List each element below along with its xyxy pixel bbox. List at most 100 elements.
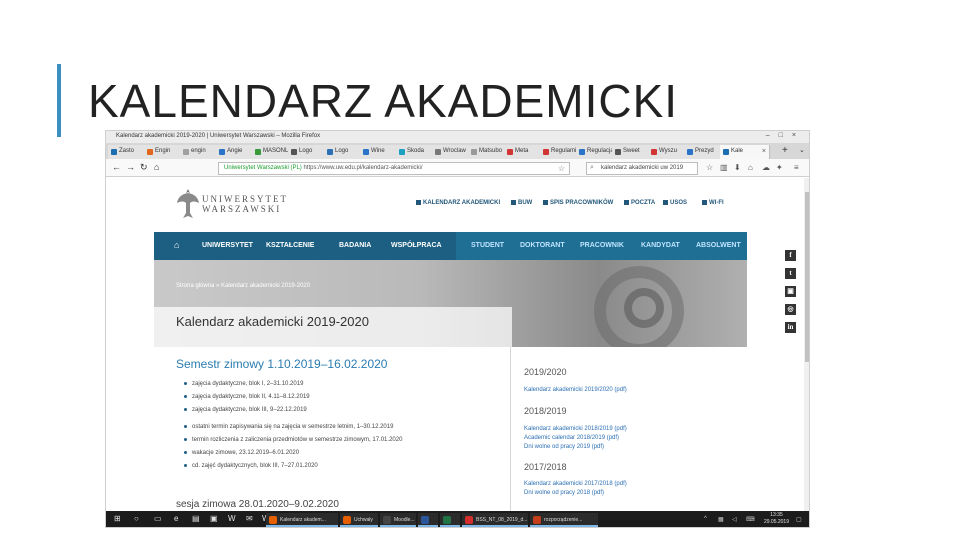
browser-tab[interactable]: Wyszu (648, 145, 688, 159)
store-icon[interactable]: ▣ (210, 514, 218, 523)
taskbar-app-button[interactable]: rozporządzenie... (530, 513, 598, 527)
home-toolbar-icon[interactable]: ⌂ (748, 163, 753, 172)
browser-tab[interactable]: Skoda (396, 145, 436, 159)
nav-item-pracownik[interactable]: PRACOWNIK (580, 242, 624, 249)
taskbar-clock[interactable]: 13:35 29.05.2019 (764, 512, 789, 526)
home-nav-icon[interactable]: ⌂ (174, 240, 179, 250)
browser-tab[interactable]: engin (180, 145, 220, 159)
utility-link-mail[interactable]: POCZTA (624, 200, 655, 206)
browser-tab[interactable]: Logo (324, 145, 364, 159)
keyboard-icon[interactable]: ⌨ (746, 516, 755, 523)
pdf-link[interactable]: Kalendarz akademicki 2018/2019 (pdf) (524, 426, 627, 432)
action-center-icon[interactable]: ▢ (796, 516, 802, 523)
vertical-scrollbar[interactable] (804, 178, 809, 511)
utility-link-buw[interactable]: BUW (511, 200, 532, 206)
main-navigation: ⌂ UNIWERSYTET KSZTAŁCENIE BADANIA WSPÓŁP… (154, 232, 747, 260)
utility-link-wifi[interactable]: WI-FI (702, 200, 724, 206)
network-icon[interactable]: ▦ (718, 516, 724, 523)
pdf-link[interactable]: Kalendarz akademicki 2017/2018 (pdf) (524, 481, 627, 487)
download-icon[interactable]: ⬇ (734, 163, 741, 172)
windows-start-icon[interactable]: ⊞ (114, 514, 121, 523)
star-icon[interactable]: ☆ (706, 163, 713, 172)
breadcrumb[interactable]: Strona główna » Kalendarz akademicki 201… (176, 283, 310, 289)
pdf-link[interactable]: Dni wolne od pracy 2018 (pdf) (524, 490, 604, 496)
volume-icon[interactable]: ◁ (732, 516, 737, 523)
url-bar[interactable]: Uniwersytet Warszawski (PL) https://www.… (218, 162, 570, 175)
taskbar-app-button[interactable] (418, 513, 438, 527)
browser-tab[interactable]: Wroclaw (432, 145, 472, 159)
browser-tab[interactable]: Meta (504, 145, 544, 159)
list-item: ostatni termin zapisywania się na zajęci… (184, 423, 504, 436)
pdf-link[interactable]: Dni wolne od pracy 2019 (pdf) (524, 444, 604, 450)
utility-link-calendar[interactable]: KALENDARZ AKADEMICKI (416, 200, 500, 206)
utility-link-staff[interactable]: SPIS PRACOWNIKÓW (543, 200, 613, 206)
taskbar-app-button[interactable]: Moodle... (380, 513, 416, 527)
edge-icon[interactable]: e (174, 514, 178, 523)
new-tab-button[interactable]: + (782, 145, 788, 156)
utility-link-usos[interactable]: USOS (663, 200, 687, 206)
nav-item-uniwersytet[interactable]: UNIWERSYTET (202, 242, 253, 249)
sync-icon[interactable]: ☁ (762, 163, 770, 172)
close-tab-icon[interactable]: × (762, 148, 766, 155)
hero-banner: Strona główna » Kalendarz akademicki 201… (154, 260, 747, 347)
social-sidebar: f t ▣ ◎ in (781, 245, 802, 340)
nav-item-kandydat[interactable]: KANDYDAT (641, 242, 680, 249)
browser-tab-active[interactable]: Kale × (720, 145, 770, 159)
browser-tab[interactable]: MASONL (252, 145, 292, 159)
nav-item-badania[interactable]: BADANIA (339, 242, 371, 249)
back-icon[interactable]: ← (112, 162, 121, 172)
word-icon[interactable]: W (228, 514, 236, 523)
browser-tab[interactable]: Zasto (108, 145, 148, 159)
list-item: termin rozliczenia z zaliczenia przedmio… (184, 436, 504, 449)
eagle-logo-icon[interactable] (176, 187, 200, 221)
reload-icon[interactable]: ↻ (140, 162, 148, 173)
browser-tab[interactable]: Angie (216, 145, 256, 159)
pdf-link[interactable]: Academic calendar 2018/2019 (pdf) (524, 435, 619, 441)
file-explorer-icon[interactable]: ▤ (192, 514, 200, 523)
browser-tab[interactable]: Logo (288, 145, 328, 159)
facebook-icon[interactable]: f (785, 250, 796, 261)
browser-tab[interactable]: Prezyd (684, 145, 724, 159)
taskbar-app-button[interactable] (440, 513, 460, 527)
library-icon[interactable]: ▥ (720, 163, 728, 172)
home-icon[interactable]: ⌂ (154, 162, 159, 172)
linkedin-icon[interactable]: in (785, 322, 796, 333)
search-bar[interactable]: ⌕ kalendarz akademicki uw 2019 (586, 162, 698, 175)
logo-text[interactable]: UNIWERSYTET WARSZAWSKI (202, 194, 288, 214)
pdf-link[interactable]: Kalendarz akademicki 2019/2020 (pdf) (524, 387, 627, 393)
forward-icon[interactable]: → (126, 162, 135, 172)
youtube-icon[interactable]: ▣ (785, 286, 796, 297)
nav-item-absolwent[interactable]: ABSOLWENT (696, 242, 741, 249)
tab-favicon-icon (579, 149, 585, 155)
taskbar-app-button[interactable]: Kalendarz akadem... (266, 513, 338, 527)
nav-item-student[interactable]: STUDENT (471, 242, 504, 249)
scrollbar-thumb[interactable] (805, 192, 809, 362)
browser-tab[interactable]: Matsubo (468, 145, 508, 159)
menu-icon[interactable]: ≡ (794, 163, 799, 172)
extension-icon[interactable]: ✦ (776, 163, 783, 172)
browser-tab[interactable]: Regulacja (576, 145, 616, 159)
taskbar-app-button[interactable]: BSS_NT_08_2019_d... (462, 513, 528, 527)
nav-item-ksztalcenie[interactable]: KSZTAŁCENIE (266, 242, 314, 249)
main-content: Semestr zimowy 1.10.2019–16.02.2020 zaję… (154, 347, 747, 511)
search-text: kalendarz akademicki uw 2019 (601, 165, 684, 171)
window-controls[interactable]: –□× (766, 132, 805, 139)
instagram-icon[interactable]: ◎ (785, 304, 796, 315)
tab-list-button[interactable]: ⌄ (799, 146, 805, 154)
nav-item-wspolpraca[interactable]: WSPÓŁPRACA (391, 242, 442, 249)
mail-app-icon[interactable]: ✉ (246, 514, 253, 523)
nav-item-doktorant[interactable]: DOKTORANT (520, 242, 565, 249)
uw-site: UNIWERSYTET WARSZAWSKI KALENDARZ AKADEMI… (154, 178, 747, 511)
tab-favicon-icon (435, 149, 441, 155)
browser-tab[interactable]: Sweet (612, 145, 652, 159)
task-search-icon[interactable]: ○ (134, 514, 139, 523)
bookmark-star-icon[interactable]: ☆ (558, 164, 565, 173)
firefox-icon (343, 516, 351, 524)
browser-tab[interactable]: Wine (360, 145, 400, 159)
notification-chevron-icon[interactable]: ^ (704, 516, 707, 522)
browser-tab[interactable]: Regulamin (540, 145, 580, 159)
twitter-icon[interactable]: t (785, 268, 796, 279)
task-view-icon[interactable]: ▭ (154, 514, 162, 523)
taskbar-app-button[interactable]: Uchwały (340, 513, 378, 527)
browser-tab[interactable]: Engin (144, 145, 184, 159)
